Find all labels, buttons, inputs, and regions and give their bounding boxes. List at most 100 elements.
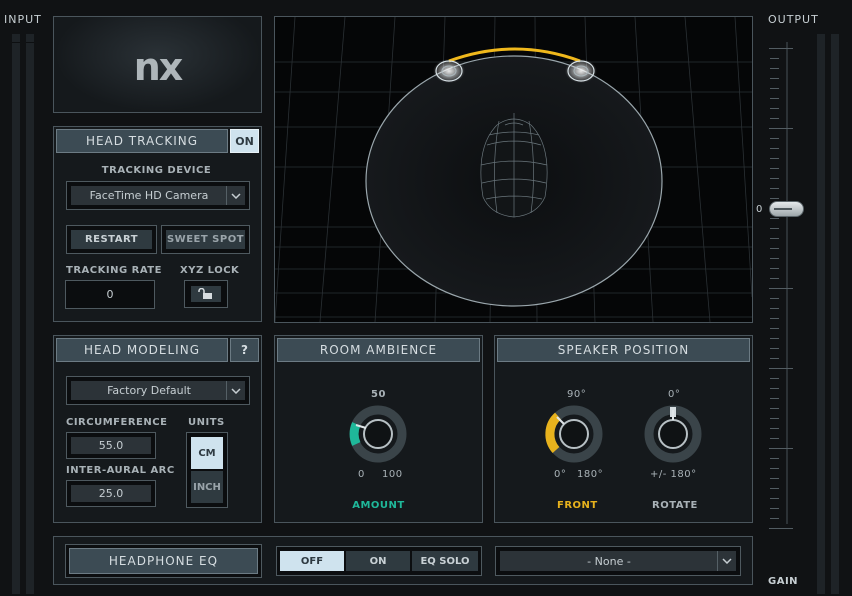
gain-scale-tick xyxy=(770,98,779,99)
unit-inch-button[interactable]: INCH xyxy=(191,471,223,503)
gain-scale-tick xyxy=(770,498,779,499)
gain-scale-tick xyxy=(770,508,779,509)
tracking-rate-label: TRACKING RATE xyxy=(66,265,162,276)
xyz-lock-button[interactable] xyxy=(184,280,228,308)
ambience-knob[interactable] xyxy=(348,404,408,464)
gain-scale-tick xyxy=(770,188,779,189)
room-ambience-title: ROOM AMBIENCE xyxy=(277,338,480,362)
gain-scale-tick xyxy=(770,58,779,59)
headphone-eq-preset-value: - None - xyxy=(587,554,631,568)
eq-mode-off-button[interactable]: OFF xyxy=(280,551,344,571)
gain-scale-tick xyxy=(770,488,779,489)
restart-button[interactable]: RESTART xyxy=(66,225,157,254)
speaker-left-icon[interactable] xyxy=(433,59,465,83)
output-meter-left-channel xyxy=(817,34,825,594)
chevron-down-icon xyxy=(717,551,736,571)
input-meter-label: INPUT xyxy=(4,13,42,26)
tracking-rate-field[interactable]: 0 xyxy=(65,280,155,309)
input-meter-right-channel xyxy=(26,34,34,594)
gain-scale-tick xyxy=(770,308,779,309)
gain-scale-tick xyxy=(770,328,779,329)
gain-scale-tick xyxy=(769,448,793,449)
units-label: UNITS xyxy=(188,417,225,428)
gain-scale-tick xyxy=(770,358,779,359)
gain-scale-tick xyxy=(770,478,779,479)
logo-panel: nx xyxy=(53,16,262,113)
headphone-eq-preset-dropdown[interactable]: - None - xyxy=(495,546,741,576)
head-modeling-title: HEAD MODELING xyxy=(56,338,228,362)
gain-scale-tick xyxy=(769,48,793,49)
output-meter-right-channel xyxy=(831,34,839,594)
rotate-label: ROTATE xyxy=(652,500,698,511)
restart-button-label: RESTART xyxy=(71,230,152,249)
gain-scale-tick xyxy=(770,108,779,109)
gain-scale-tick xyxy=(770,388,779,389)
output-meter-label: OUTPUT xyxy=(768,13,819,26)
gain-label: GAIN xyxy=(768,576,799,587)
inter-aural-arc-value: 25.0 xyxy=(71,485,151,502)
rotate-range-label: +/- 180° xyxy=(650,469,697,480)
tracking-device-label: TRACKING DEVICE xyxy=(101,165,212,176)
headphone-eq-panel: HEADPHONE EQ OFF ON EQ SOLO - None - xyxy=(53,536,753,585)
gain-scale-tick xyxy=(769,288,793,289)
units-toggle: CM INCH xyxy=(186,432,228,508)
gain-scale-tick xyxy=(770,468,779,469)
help-button[interactable]: ? xyxy=(230,338,259,362)
gain-scale-tick xyxy=(769,128,793,129)
ambience-min-label: 0 xyxy=(358,469,365,480)
gain-scale-tick xyxy=(769,528,793,529)
gain-scale-tick xyxy=(770,148,779,149)
gain-fader-handle[interactable] xyxy=(769,201,804,217)
gain-scale-tick xyxy=(770,378,779,379)
unit-cm-button[interactable]: CM xyxy=(191,437,223,469)
sweet-spot-button[interactable]: SWEET SPOT xyxy=(161,225,250,254)
gain-scale-tick xyxy=(770,228,779,229)
front-label: FRONT xyxy=(557,500,598,511)
front-knob[interactable] xyxy=(544,404,604,464)
sweet-spot-button-label: SWEET SPOT xyxy=(166,230,245,249)
unlock-icon xyxy=(191,286,221,302)
rotate-value: 0° xyxy=(668,389,681,400)
chevron-down-icon xyxy=(226,186,245,205)
inter-aural-arc-label: INTER-AURAL ARC xyxy=(66,465,175,476)
speaker-right-icon[interactable] xyxy=(565,59,597,83)
tracking-device-value: FaceTime HD Camera xyxy=(89,189,209,202)
circumference-field[interactable]: 55.0 xyxy=(66,432,156,459)
tracking-device-dropdown[interactable]: FaceTime HD Camera xyxy=(66,181,250,210)
gain-scale-tick xyxy=(770,318,779,319)
gain-scale-tick xyxy=(770,118,779,119)
headphone-eq-title: HEADPHONE EQ xyxy=(69,548,258,574)
input-meter-left-channel xyxy=(12,34,20,594)
gain-scale-tick xyxy=(770,178,779,179)
gain-scale-tick xyxy=(769,368,793,369)
eq-mode-on-button[interactable]: ON xyxy=(346,551,410,571)
ambience-value: 50 xyxy=(371,389,386,400)
speaker-position-title: SPEAKER POSITION xyxy=(497,338,750,362)
gain-scale-tick xyxy=(770,458,779,459)
inter-aural-arc-field[interactable]: 25.0 xyxy=(66,480,156,507)
rotate-knob[interactable] xyxy=(643,404,703,464)
head-model-preset-value: Factory Default xyxy=(107,384,191,397)
gain-scale-tick xyxy=(770,158,779,159)
gain-scale-tick xyxy=(770,88,779,89)
eq-mode-selector: OFF ON EQ SOLO xyxy=(276,546,482,576)
nx-logo: nx xyxy=(133,45,184,89)
ambience-knob-fill xyxy=(349,422,361,446)
speaker-position-panel: SPEAKER POSITION 90° 0° 180° FRONT 0° +/… xyxy=(494,335,753,523)
ambience-amount-label: AMOUNT xyxy=(352,500,405,511)
eq-mode-solo-button[interactable]: EQ SOLO xyxy=(412,551,478,571)
front-knob-fill xyxy=(545,412,562,453)
circumference-value: 55.0 xyxy=(71,437,151,454)
gain-scale-tick xyxy=(770,348,779,349)
headphone-eq-title-box: HEADPHONE EQ xyxy=(65,544,262,578)
visualizer-scene xyxy=(275,17,752,322)
head-model-preset-dropdown[interactable]: Factory Default xyxy=(66,376,250,405)
front-max-label: 180° xyxy=(577,469,604,480)
gain-scale-tick xyxy=(770,268,779,269)
ambience-max-label: 100 xyxy=(382,469,403,480)
head-tracking-toggle[interactable]: ON xyxy=(230,129,259,153)
head-modeling-panel: HEAD MODELING ? Factory Default CIRCUMFE… xyxy=(53,335,262,523)
gain-scale-tick xyxy=(770,298,779,299)
chevron-down-icon xyxy=(226,381,245,400)
gain-scale-tick xyxy=(770,248,779,249)
